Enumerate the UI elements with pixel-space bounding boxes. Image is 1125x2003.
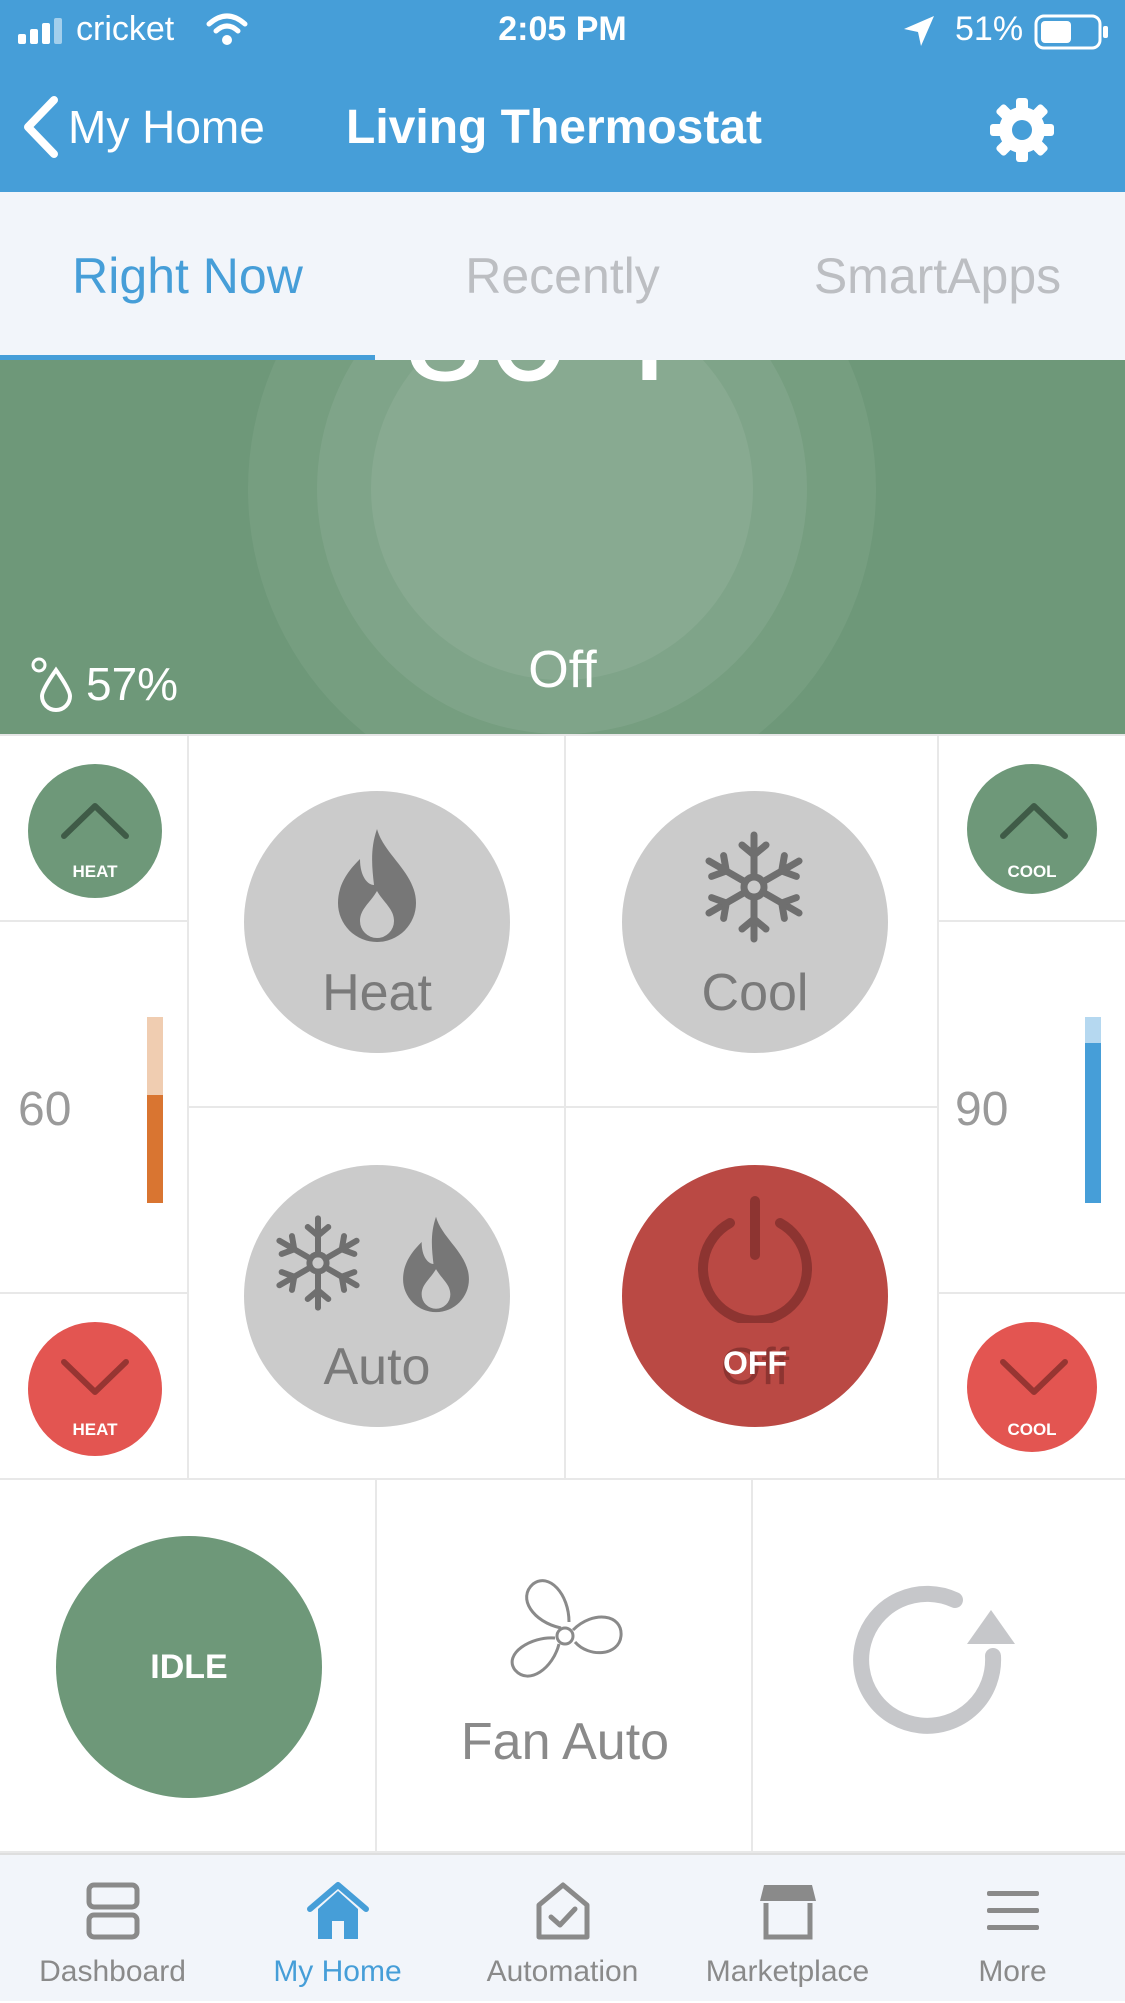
nav-label: Automation xyxy=(486,1955,639,1988)
cool-down-label: COOL xyxy=(1007,1420,1057,1439)
nav-label: Dashboard xyxy=(39,1955,186,1988)
nav-automation[interactable]: Automation xyxy=(450,1855,675,2003)
cool-setpoint-bar xyxy=(1085,1043,1101,1203)
chevron-down-icon xyxy=(61,1359,129,1395)
heat-mode-button[interactable]: Heat xyxy=(244,791,510,1053)
nav-label: Marketplace xyxy=(705,1955,870,1988)
battery-percent: 51% xyxy=(955,10,1024,48)
nav-dashboard[interactable]: Dashboard xyxy=(0,1855,225,2003)
flame-icon xyxy=(338,829,416,942)
nav-my-home[interactable]: My Home xyxy=(225,1855,450,2003)
nav-more[interactable]: More xyxy=(900,1855,1125,2003)
bottom-nav: Dashboard My Home Automation Marketplace… xyxy=(0,1853,1125,2001)
tab-right-now[interactable]: Right Now xyxy=(0,192,375,360)
auto-mode-button[interactable]: Auto xyxy=(244,1165,510,1427)
fan-icon xyxy=(510,1579,623,1678)
tab-bar: Right Now Recently SmartApps xyxy=(0,192,1125,360)
page-title: Living Thermostat xyxy=(346,101,763,154)
refresh-icon[interactable] xyxy=(845,1570,1025,1750)
heat-setpoint-bar xyxy=(147,1095,163,1203)
status-bar: cricket 2:05 PM 51% xyxy=(0,0,1125,64)
nav-label: More xyxy=(978,1955,1047,1988)
off-mode-button[interactable]: Off OFF xyxy=(622,1165,888,1427)
fan-mode-cell[interactable]: Fan Auto xyxy=(377,1480,753,1853)
chevron-down-icon xyxy=(1000,1359,1068,1395)
heat-down-button[interactable]: HEAT xyxy=(28,1322,162,1456)
location-arrow-icon xyxy=(904,16,934,46)
humidity-readout: 57% xyxy=(30,656,178,712)
cool-up-cell: COOL xyxy=(939,736,1125,922)
operating-state-cell: IDLE xyxy=(0,1480,377,1853)
refresh-cell xyxy=(753,1480,1125,1853)
nav-bar: My Home Living Thermostat xyxy=(0,64,1125,192)
heat-setpoint-cell: 60 xyxy=(0,922,189,1294)
home-icon xyxy=(306,1882,369,1939)
menu-icon xyxy=(986,1891,1039,1930)
tab-recently[interactable]: Recently xyxy=(375,192,750,360)
back-button[interactable]: My Home xyxy=(20,92,265,162)
chevron-up-icon xyxy=(1000,803,1068,839)
cool-setpoint-cell: 90 xyxy=(939,922,1125,1294)
humidity-value: 57% xyxy=(86,658,179,710)
gear-icon[interactable] xyxy=(988,96,1056,164)
cool-mode-button[interactable]: Cool xyxy=(622,791,888,1053)
cool-mode-label: Cool xyxy=(701,964,809,1022)
nav-label: My Home xyxy=(273,1955,402,1988)
auto-mode-cell: Auto xyxy=(189,1108,566,1480)
snowflake-icon xyxy=(270,1215,366,1311)
cool-setpoint: 90 xyxy=(955,1083,1009,1136)
heat-up-cell: HEAT xyxy=(0,736,189,922)
heat-down-cell: HEAT xyxy=(0,1294,189,1480)
heat-mode-cell: Heat xyxy=(189,736,566,1108)
current-temperature: 80°F xyxy=(0,360,1125,415)
heat-down-label: HEAT xyxy=(72,1420,118,1439)
tab-smartapps[interactable]: SmartApps xyxy=(750,192,1125,360)
heat-up-label: HEAT xyxy=(72,862,118,881)
automation-icon xyxy=(536,1882,589,1940)
heat-setpoint: 60 xyxy=(18,1083,72,1136)
dashboard-icon xyxy=(86,1882,139,1940)
humidity-drop-icon xyxy=(31,657,73,712)
cool-up-label: COOL xyxy=(1007,862,1057,881)
chevron-left-icon xyxy=(24,96,58,158)
operating-state-label: IDLE xyxy=(150,1648,228,1686)
heat-mode-label: Heat xyxy=(322,964,432,1022)
power-icon xyxy=(698,1196,812,1323)
thermostat-status-panel: 80°F Off 57% xyxy=(0,360,1125,736)
heat-up-button[interactable]: HEAT xyxy=(28,764,162,898)
off-badge: OFF xyxy=(723,1345,787,1381)
cool-down-button[interactable]: COOL xyxy=(967,1322,1097,1452)
chevron-up-icon xyxy=(61,803,129,839)
cool-down-cell: COOL xyxy=(939,1294,1125,1480)
flame-icon xyxy=(403,1216,469,1313)
back-label: My Home xyxy=(68,101,265,153)
off-mode-cell: Off OFF xyxy=(566,1108,939,1480)
top-bar: cricket 2:05 PM 51% My Home Living Therm… xyxy=(0,0,1125,192)
operating-state-badge: IDLE xyxy=(56,1536,322,1798)
marketplace-icon xyxy=(759,1885,816,1940)
fan-mode-label: Fan Auto xyxy=(460,1713,670,1771)
auto-mode-label: Auto xyxy=(323,1338,431,1396)
nav-marketplace[interactable]: Marketplace xyxy=(675,1855,900,2003)
battery-icon xyxy=(1034,14,1108,50)
cool-mode-cell: Cool xyxy=(566,736,939,1108)
snowflake-icon xyxy=(698,831,810,943)
cool-up-button[interactable]: COOL xyxy=(967,764,1097,894)
